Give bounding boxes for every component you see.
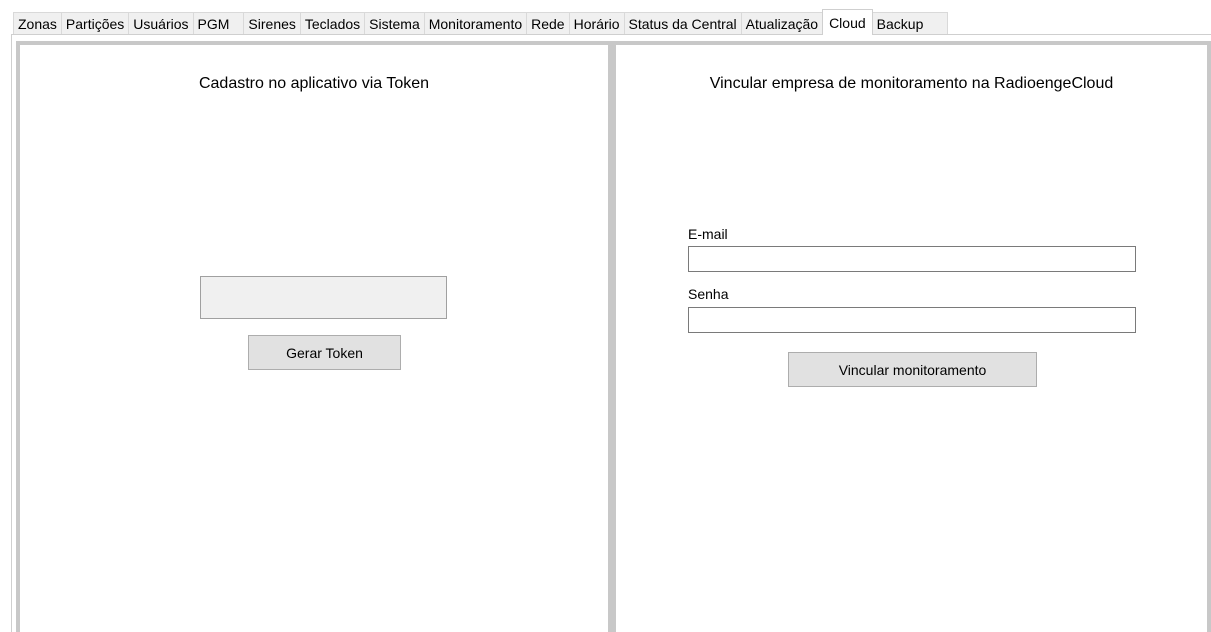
tab-zonas[interactable]: Zonas: [13, 12, 62, 34]
tab-cloud[interactable]: Cloud: [822, 9, 873, 35]
generate-token-button[interactable]: Gerar Token: [248, 335, 401, 370]
tab-status-da-central[interactable]: Status da Central: [623, 12, 742, 34]
tab-horario[interactable]: Horário: [568, 12, 625, 34]
password-label: Senha: [688, 286, 729, 302]
tab-sirenes[interactable]: Sirenes: [243, 12, 301, 34]
app-window: Zonas Partições Usuários PGM Sirenes Tec…: [0, 0, 1211, 632]
email-field[interactable]: [688, 246, 1136, 272]
tab-strip: Zonas Partições Usuários PGM Sirenes Tec…: [13, 9, 949, 35]
tab-usuarios[interactable]: Usuários: [128, 12, 194, 34]
tab-pgm[interactable]: PGM: [192, 12, 245, 34]
token-panel: Cadastro no aplicativo via Token Gerar T…: [16, 41, 612, 632]
cloud-link-panel: Vincular empresa de monitoramento na Rad…: [612, 41, 1211, 632]
tab-monitoramento[interactable]: Monitoramento: [423, 12, 528, 34]
tab-rede[interactable]: Rede: [526, 12, 570, 34]
tab-backup[interactable]: Backup: [871, 12, 949, 34]
tab-particoes[interactable]: Partições: [60, 12, 130, 34]
link-monitoring-button[interactable]: Vincular monitoramento: [788, 352, 1037, 387]
token-panel-title: Cadastro no aplicativo via Token: [198, 75, 430, 92]
token-display-field[interactable]: [200, 276, 447, 319]
tab-teclados[interactable]: Teclados: [299, 12, 366, 34]
tab-atualizacao[interactable]: Atualização: [740, 12, 824, 34]
tab-sistema[interactable]: Sistema: [364, 12, 425, 34]
cloud-panel-title: Vincular empresa de monitoramento na Rad…: [709, 75, 1114, 92]
password-field[interactable]: [688, 307, 1136, 333]
email-label: E-mail: [688, 226, 728, 242]
